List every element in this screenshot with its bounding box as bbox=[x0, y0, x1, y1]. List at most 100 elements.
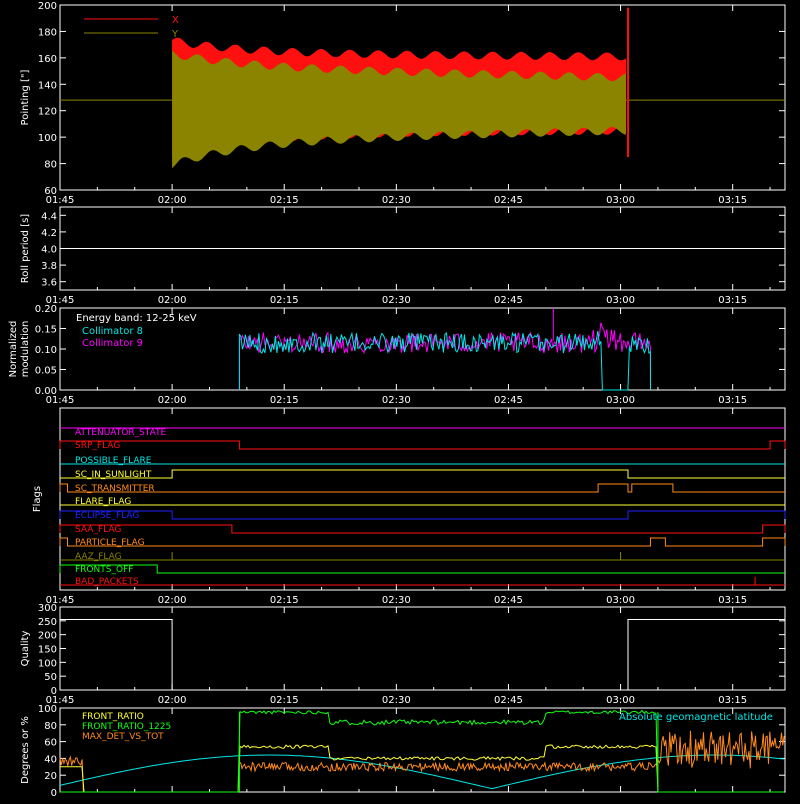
flag-label-attenuator-state: ATTENUATOR_STATE bbox=[75, 428, 167, 438]
legend-label-y: Y bbox=[171, 29, 179, 40]
flag-label-aaz-flag: AAZ_FLAG bbox=[75, 552, 122, 562]
y-tick-label-5-0: 0 bbox=[51, 788, 57, 799]
x-tick-label-4-1: 02:00 bbox=[158, 695, 187, 706]
y-tick-label-0-5: 160 bbox=[38, 54, 57, 65]
series-collimator-9 bbox=[238, 322, 651, 391]
y-tick-label-4-3: 150 bbox=[38, 645, 57, 656]
x-tick-label-1-6: 03:15 bbox=[718, 295, 747, 306]
x-tick-label-3-5: 03:00 bbox=[606, 595, 635, 606]
y-tick-label-4-2: 100 bbox=[38, 658, 57, 669]
x-tick-label-3-6: 03:15 bbox=[718, 595, 747, 606]
y-tick-label-4-1: 50 bbox=[44, 672, 57, 683]
x-tick-label-1-5: 03:00 bbox=[606, 295, 635, 306]
flag-line-particle-flag bbox=[59, 537, 786, 547]
y-tick-label-0-3: 120 bbox=[38, 107, 57, 118]
flag-line-saa-flag bbox=[59, 524, 786, 534]
x-tick-label-4-2: 02:15 bbox=[270, 695, 299, 706]
y-tick-label-0-4: 140 bbox=[38, 80, 57, 91]
x-tick-label-0-6: 03:15 bbox=[718, 195, 747, 206]
y-tick-label-4-6: 300 bbox=[38, 603, 57, 614]
legend-geomagnetic-latitude: Absolute geomagnetic latitude bbox=[619, 712, 773, 723]
x-tick-label-2-2: 02:15 bbox=[270, 395, 299, 406]
y-axis-label-1: Roll period [s] bbox=[20, 214, 31, 283]
y-tick-label-1-4: 4.4 bbox=[41, 211, 57, 222]
x-tick-label-4-3: 02:30 bbox=[382, 695, 411, 706]
y-axis-label-3: Flags bbox=[32, 486, 43, 512]
series-geomagnetic-latitude bbox=[59, 754, 785, 790]
y-tick-label-1-1: 3.8 bbox=[41, 261, 57, 272]
x-tick-label-4-6: 03:15 bbox=[718, 695, 747, 706]
y-tick-label-0-0: 60 bbox=[44, 186, 57, 197]
y-axis-label-2a: Normalized bbox=[8, 321, 19, 378]
flag-label-sc-transmitter: SC_TRANSMITTER bbox=[75, 484, 155, 494]
flag-line-sc-in-sunlight bbox=[60, 469, 785, 479]
x-tick-label-3-3: 02:30 bbox=[382, 595, 411, 606]
x-tick-label-0-2: 02:15 bbox=[270, 195, 299, 206]
flag-label-sc-in-sunlight: SC_IN_SUNLIGHT bbox=[75, 470, 152, 480]
flag-label-possible-flare: POSSIBLE_FLARE bbox=[75, 456, 152, 466]
x-tick-label-4-4: 02:45 bbox=[494, 695, 523, 706]
x-tick-label-0-5: 03:00 bbox=[606, 195, 635, 206]
y-tick-label-4-4: 200 bbox=[38, 631, 57, 642]
y-tick-label-5-3: 60 bbox=[44, 738, 57, 749]
y-tick-label-5-4: 80 bbox=[44, 721, 57, 732]
y-tick-label-2-2: 0.10 bbox=[35, 345, 57, 356]
y-axis-label-5: Degrees or % bbox=[20, 716, 31, 784]
x-tick-label-2-5: 03:00 bbox=[606, 395, 635, 406]
x-tick-label-2-4: 02:45 bbox=[494, 395, 523, 406]
x-tick-label-1-2: 02:15 bbox=[270, 295, 299, 306]
flag-label-particle-flag: PARTICLE_FLAG bbox=[75, 538, 145, 548]
y-tick-label-5-1: 20 bbox=[44, 771, 57, 782]
chart-svg: 01:45 02:00 02:15 02:30 02:45 03:00 03:1560801… bbox=[8, 1, 786, 799]
x-tick-label-2-6: 03:15 bbox=[718, 395, 747, 406]
y-tick-label-5-5: 100 bbox=[38, 704, 57, 715]
legend-front-ratio: FRONT_RATIO bbox=[82, 712, 144, 722]
panel-frame-3 bbox=[59, 407, 786, 591]
flag-label-srp-flag: SRP_FLAG bbox=[75, 441, 120, 451]
x-tick-label-2-1: 02:00 bbox=[158, 395, 187, 406]
flag-label-saa-flag: SAA_FLAG bbox=[75, 525, 121, 535]
x-tick-label-4-5: 03:00 bbox=[606, 695, 635, 706]
flag-line-eclipse-flag bbox=[59, 510, 786, 520]
flag-label-flare-flag: FLARE_FLAG bbox=[75, 497, 131, 507]
flag-label-bad-packets: BAD_PACKETS bbox=[75, 577, 139, 587]
x-tick-label-0-4: 02:45 bbox=[494, 195, 523, 206]
y-tick-label-0-1: 80 bbox=[44, 160, 57, 171]
x-tick-label-0-3: 02:30 bbox=[382, 195, 411, 206]
y-tick-label-5-2: 40 bbox=[44, 754, 57, 765]
x-tick-label-3-4: 02:45 bbox=[494, 595, 523, 606]
legend-collimator-9: Collimator 9 bbox=[82, 338, 143, 349]
x-tick-label-1-3: 02:30 bbox=[382, 295, 411, 306]
x-tick-label-2-3: 02:30 bbox=[382, 395, 411, 406]
y-tick-label-0-2: 100 bbox=[38, 133, 57, 144]
quality-segment-1 bbox=[627, 619, 785, 690]
x-tick-label-1-1: 02:00 bbox=[158, 295, 187, 306]
series-collimator-8 bbox=[238, 330, 651, 391]
y-tick-label-1-0: 3.6 bbox=[41, 278, 57, 289]
legend-front-ratio-1225: FRONT_RATIO_1225 bbox=[82, 722, 171, 732]
flag-label-eclipse-flag: ECLIPSE_FLAG bbox=[75, 511, 139, 521]
plot-canvas: 01:45 02:00 02:15 02:30 02:45 03:00 03:15 60 80 1… bbox=[0, 0, 800, 800]
legend-max-det-vs-tot: MAX_DET_VS_TOT bbox=[82, 732, 164, 742]
y-tick-label-2-1: 0.05 bbox=[35, 366, 57, 377]
y-axis-label-4: Quality bbox=[20, 631, 31, 667]
y-tick-label-1-2: 4.0 bbox=[41, 245, 57, 256]
legend-collimator-8: Collimator 8 bbox=[82, 326, 143, 337]
y-tick-label-1-3: 4.2 bbox=[41, 228, 57, 239]
y-tick-label-2-3: 0.15 bbox=[35, 325, 57, 336]
series-max-det-vs-tot bbox=[59, 730, 785, 793]
flag-line-fronts-off bbox=[59, 564, 785, 574]
y-tick-label-0-7: 200 bbox=[38, 1, 57, 12]
flag-line-srp-flag bbox=[59, 440, 786, 450]
y-tick-label-2-0: 0.00 bbox=[35, 386, 57, 397]
x-tick-label-3-2: 02:15 bbox=[270, 595, 299, 606]
y-axis-label-2b: modulation bbox=[20, 321, 31, 378]
quality-segment-0 bbox=[60, 619, 173, 690]
y-tick-label-4-0: 0 bbox=[51, 686, 57, 697]
y-tick-label-0-6: 180 bbox=[38, 27, 57, 38]
y-axis-label-0: Pointing ["] bbox=[20, 69, 31, 125]
x-tick-label-1-4: 02:45 bbox=[494, 295, 523, 306]
x-tick-label-3-1: 02:00 bbox=[158, 595, 187, 606]
flag-line-sc-transmitter bbox=[59, 483, 785, 493]
y-tick-label-4-5: 250 bbox=[38, 617, 57, 628]
